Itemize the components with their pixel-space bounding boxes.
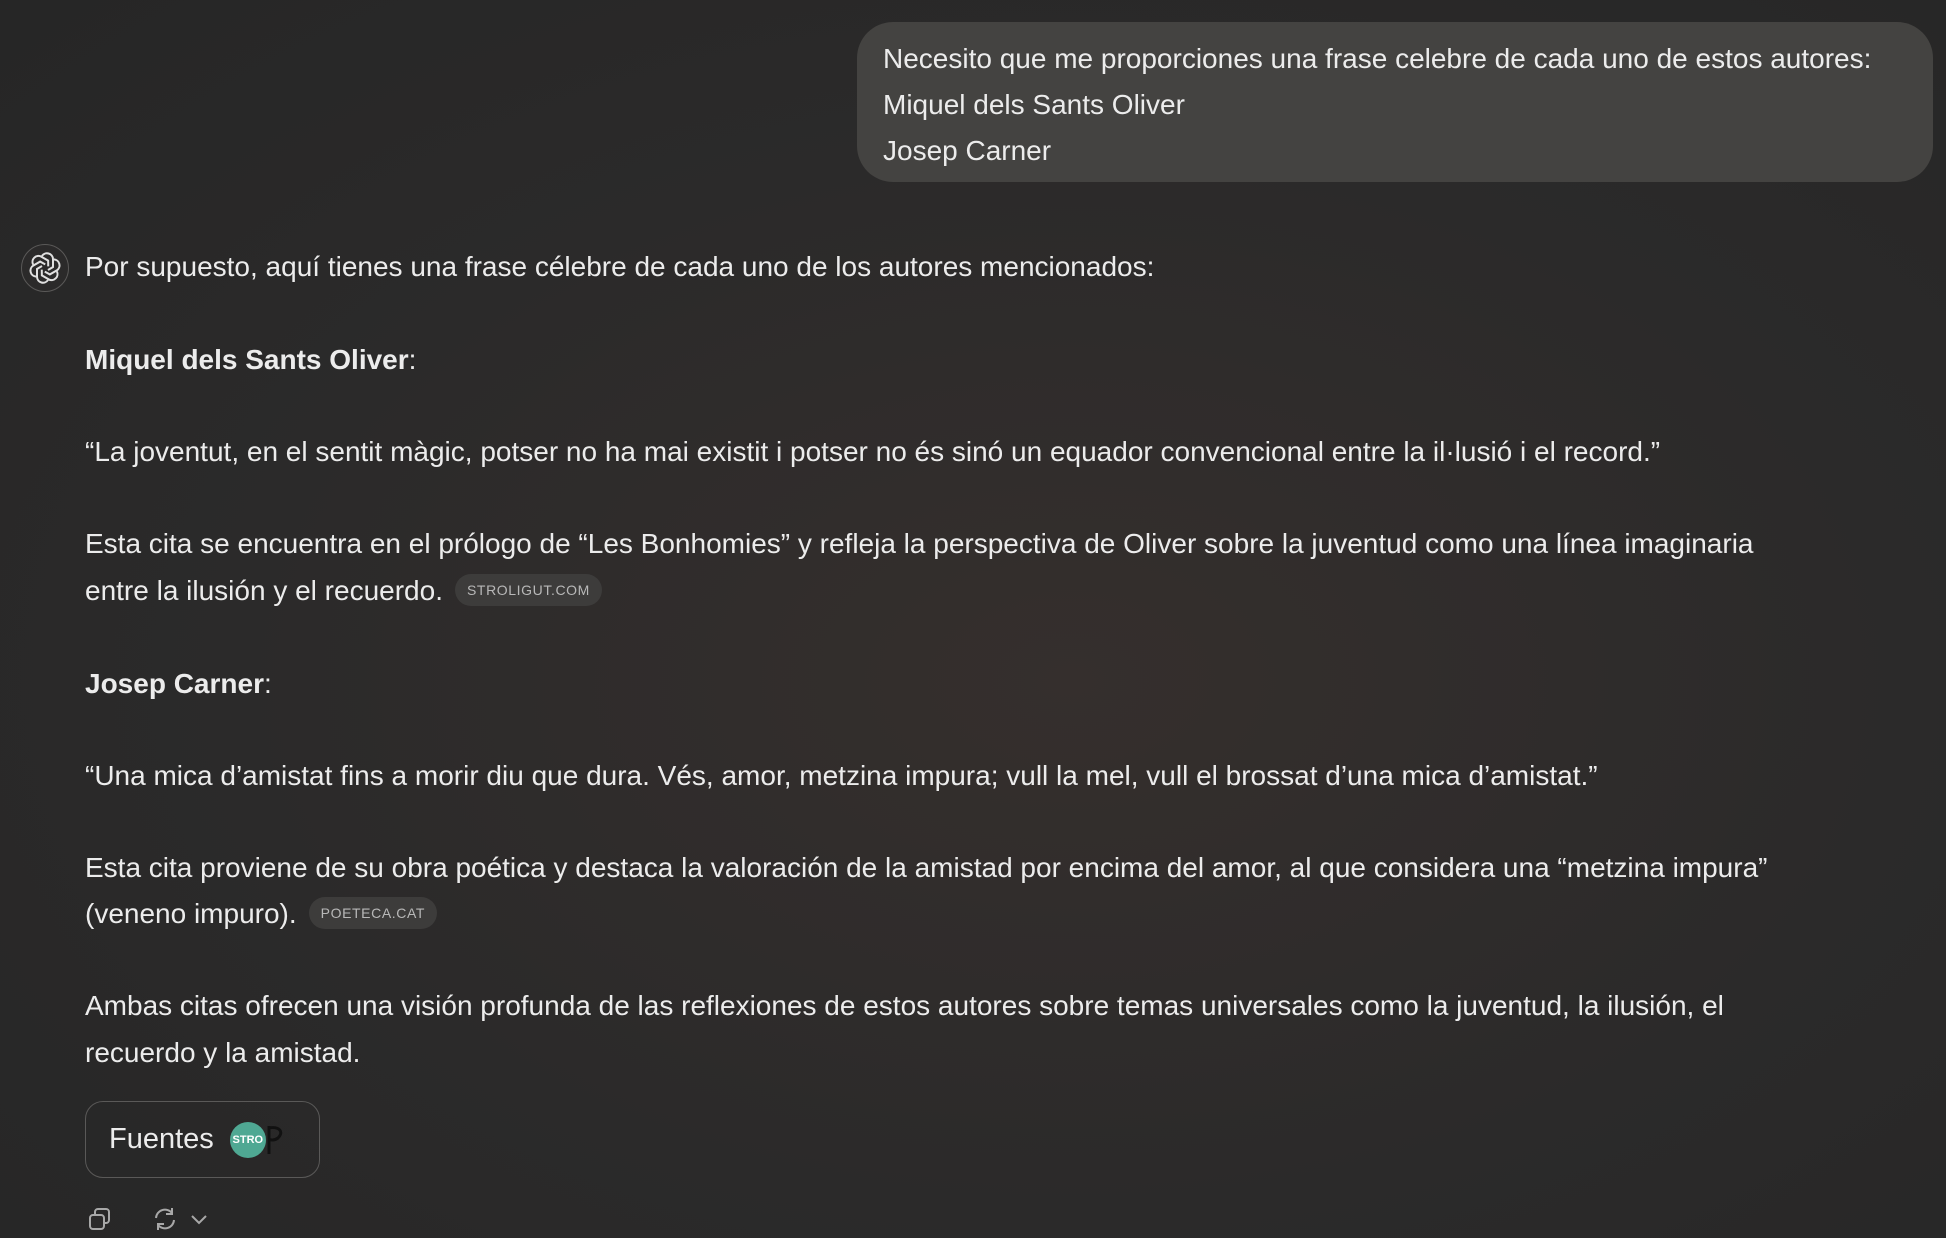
explanation-1-line-2: entre la ilusión y el recuerdo. STROLIGUT… — [85, 571, 602, 611]
explanation-2-line-2: (veneno impuro). POETECA.CAT — [85, 894, 438, 934]
user-message-line-1: Necesito que me proporciones una frase c… — [883, 43, 1872, 74]
closing-line-2: recuerdo y la amistad. — [85, 1037, 361, 1068]
author-name-1: Miquel dels Sants Oliver — [85, 344, 409, 375]
citation-pill-stroligut[interactable]: STROLIGUT.COM — [454, 573, 602, 606]
citation-pill-poeteca[interactable]: POETECA.CAT — [308, 896, 438, 929]
copy-button[interactable] — [85, 1204, 115, 1234]
regenerate-icon — [155, 1208, 175, 1230]
chat-view: Necesito que me proporciones una frase c… — [0, 0, 1946, 1238]
author-heading-2: Josep Carner: — [85, 664, 272, 704]
regenerate-button[interactable] — [151, 1204, 211, 1234]
author-name-2: Josep Carner — [85, 668, 264, 699]
explanation-1-text: entre la ilusión y el recuerdo. — [85, 575, 443, 606]
author-suffix-1: : — [408, 344, 417, 375]
closing-line-1: Ambas citas ofrecen una visión profunda … — [85, 990, 1724, 1021]
copy-icon — [89, 1208, 110, 1230]
message-actions — [85, 1202, 211, 1236]
assistant-avatar — [21, 244, 69, 292]
user-message-line-3: Josep Carner — [883, 135, 1052, 166]
quote-1: “La joventut, en el sentit màgic, potser… — [85, 436, 1661, 467]
explanation-1-line-1: Esta cita se encuentra en el prólogo de … — [85, 528, 1754, 559]
quote-2: “Una mica d’amistat fins a morir diu que… — [85, 760, 1598, 791]
sources-button[interactable]: Fuentes STRO — [85, 1101, 320, 1178]
user-message-bubble: Necesito que me proporciones una frase c… — [857, 22, 1933, 182]
author-suffix-2: : — [263, 668, 272, 699]
sources-label: Fuentes — [109, 1123, 214, 1155]
user-message-line-2: Miquel dels Sants Oliver — [883, 89, 1185, 120]
explanation-2-line-1: Esta cita proviene de su obra poética y … — [85, 852, 1768, 883]
answer-intro: Por supuesto, aquí tienes una frase céle… — [85, 251, 1155, 282]
chevron-down-icon — [191, 1215, 207, 1225]
openai-logo-icon — [29, 252, 61, 284]
explanation-2-text: (veneno impuro). — [85, 898, 297, 929]
source-favicon-stroligut: STRO — [229, 1121, 266, 1158]
author-heading-1: Miquel dels Sants Oliver: — [85, 340, 416, 380]
